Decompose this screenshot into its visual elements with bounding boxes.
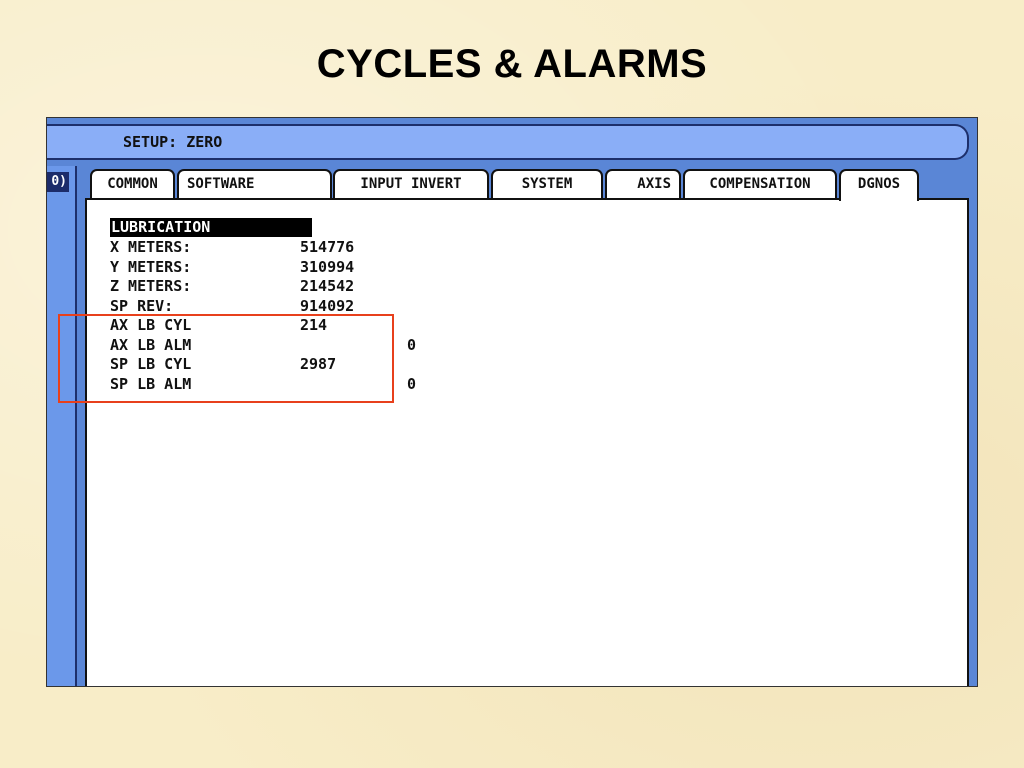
tab-common[interactable]: COMMON (90, 169, 175, 199)
highlight-box (58, 314, 394, 403)
tab-compensation[interactable]: COMPENSATION (683, 169, 837, 199)
setup-bar: SETUP: ZERO (47, 124, 969, 160)
section-heading-lubrication: LUBRICATION (110, 218, 312, 237)
row-value: 310994 (300, 257, 355, 276)
tab-system[interactable]: SYSTEM (491, 169, 603, 199)
row-value: 214542 (300, 277, 355, 295)
tab-bar: COMMON SOFTWARE INPUT INVERT SYSTEM AXIS… (85, 169, 969, 201)
tab-software[interactable]: SOFTWARE (177, 169, 332, 199)
list-item: X METERS: 514776 (110, 238, 410, 258)
tab-input-invert[interactable]: INPUT INVERT (333, 169, 489, 199)
side-strip (47, 166, 77, 686)
list-item: Z METERS: 214542 (110, 277, 410, 297)
row-label: X METERS: (110, 238, 192, 256)
list-item: Y METERS: 310994 (110, 258, 410, 278)
side-label: 0) (47, 172, 69, 192)
row-value: 514776 (300, 238, 355, 256)
setup-label: SETUP: ZERO (123, 133, 223, 151)
slide-title: CYCLES & ALARMS (316, 42, 708, 86)
row-label: Y METERS: (110, 257, 192, 276)
tab-dgnos[interactable]: DGNOS (839, 169, 919, 201)
row-label: Z METERS: (110, 277, 192, 295)
tab-axis[interactable]: AXIS (605, 169, 681, 199)
